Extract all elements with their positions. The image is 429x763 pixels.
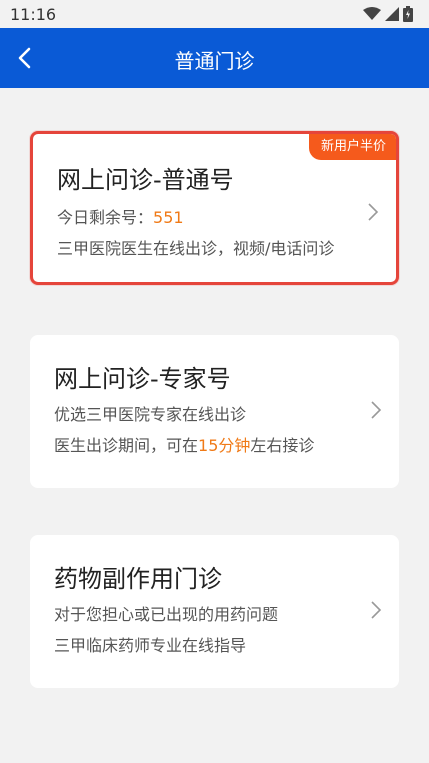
consult-time-line: 医生出诊期间，可在15分钟左右接诊 [54, 432, 314, 456]
remaining-count-line: 今日剩余号：551 [57, 204, 184, 228]
page-title: 普通门诊 [174, 49, 255, 73]
card-description: 对于您担心或已出现的用药问题 [54, 605, 279, 624]
signal-icon [385, 7, 399, 21]
status-bar: 11:16 [0, 0, 429, 28]
chevron-right-icon [371, 601, 382, 619]
card-title: 网上问诊-专家号 [54, 365, 231, 393]
consult-time-suffix: 左右接诊 [250, 436, 315, 455]
card-title: 药物副作用门诊 [54, 565, 222, 593]
header: 普通门诊 [0, 28, 429, 88]
card-drug-side-effects[interactable]: 药物副作用门诊 对于您担心或已出现的用药问题 三甲临床药师专业在线指导 [30, 535, 399, 688]
card-subdescription: 三甲临床药师专业在线指导 [54, 636, 247, 655]
card-description: 三甲医院医生在线出诊，视频/电话问诊 [57, 239, 335, 258]
consult-time-prefix: 医生出诊期间，可在 [54, 436, 199, 455]
status-icons [363, 6, 413, 22]
status-time: 11:16 [10, 5, 57, 24]
wifi-icon [363, 7, 381, 20]
card-online-general[interactable]: 新用户半价 网上问诊-普通号 今日剩余号：551 三甲医院医生在线出诊，视频/电… [30, 131, 399, 285]
chevron-right-icon [371, 401, 382, 419]
battery-icon [403, 6, 413, 22]
chevron-right-icon [368, 203, 379, 221]
consult-time-value: 15分钟 [198, 436, 251, 455]
card-online-expert[interactable]: 网上问诊-专家号 优选三甲医院专家在线出诊 医生出诊期间，可在15分钟左右接诊 [30, 335, 399, 488]
card-description: 优选三甲医院专家在线出诊 [54, 405, 247, 424]
remaining-count: 551 [153, 208, 184, 227]
card-title: 网上问诊-普通号 [57, 166, 234, 194]
new-user-badge: 新用户半价 [308, 134, 396, 160]
remaining-label: 今日剩余号： [57, 208, 154, 227]
